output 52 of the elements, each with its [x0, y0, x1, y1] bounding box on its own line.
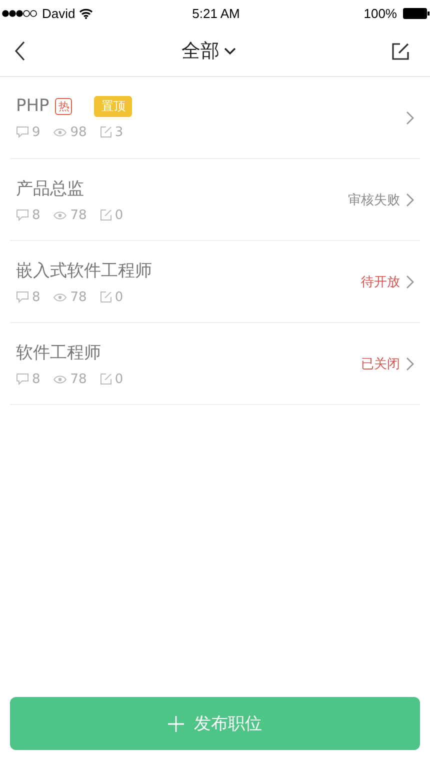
job-list-item[interactable]: PHP 热 置顶 9 98 3: [10, 77, 420, 159]
eye-icon: [53, 292, 68, 302]
comment-count: 8: [32, 290, 40, 304]
job-list-item[interactable]: 嵌入式软件工程师 8 78 0 待开放: [10, 241, 420, 323]
job-title: PHP: [16, 96, 50, 116]
hot-tag: 热: [55, 98, 72, 114]
comment-icon: [16, 291, 29, 303]
view-count: 78: [70, 372, 87, 386]
chevron-icon: [406, 274, 414, 288]
job-title: 软件工程师: [16, 342, 101, 364]
job-status: 待开放: [361, 274, 400, 290]
chevron-icon: [406, 356, 414, 370]
back-icon: [14, 41, 26, 61]
edit-icon: [391, 42, 410, 60]
edit-count: 0: [114, 372, 124, 386]
comment-icon: [16, 209, 29, 221]
wifi-icon: [79, 8, 94, 18]
job-status: 审核失败: [348, 192, 400, 208]
comment-count: 9: [32, 124, 40, 140]
status-time: 5:21 AM: [192, 6, 240, 20]
view-count: 98: [70, 124, 87, 140]
comment-icon: [16, 126, 29, 138]
edit-icon: [100, 209, 112, 221]
edit-count: 0: [114, 290, 124, 304]
edit-icon: [100, 126, 112, 138]
comment-count: 8: [32, 208, 40, 222]
job-list-item[interactable]: 软件工程师 8 78 0 已关闭: [10, 323, 420, 405]
edit-count: 3: [114, 124, 124, 140]
category-dropdown[interactable]: 全部: [182, 38, 236, 64]
battery-icon: [402, 8, 430, 18]
chevron-icon: [406, 192, 414, 206]
chevron-icon: [406, 110, 414, 124]
job-title: 嵌入式软件工程师: [16, 260, 152, 282]
edit-icon: [100, 373, 112, 385]
edit-count: 0: [114, 208, 124, 222]
eye-icon: [53, 374, 68, 384]
carrier-name: David: [42, 6, 76, 20]
view-count: 78: [70, 208, 87, 222]
eye-icon: [53, 128, 68, 136]
battery-percent: 100%: [364, 6, 397, 20]
job-list-item[interactable]: 产品总监 8 78 0 审核失败: [10, 159, 420, 241]
job-title: 产品总监: [16, 178, 84, 200]
comment-icon: [16, 373, 29, 385]
comment-count: 8: [32, 372, 40, 386]
caret-icon: [224, 47, 236, 55]
edit-icon: [100, 291, 112, 303]
signal-icon: [2, 10, 38, 16]
eye-icon: [53, 210, 68, 220]
job-status: 已关闭: [361, 356, 400, 372]
plus-icon: [168, 716, 184, 732]
view-count: 78: [70, 290, 87, 304]
pinned-tag: 置顶: [94, 96, 132, 116]
